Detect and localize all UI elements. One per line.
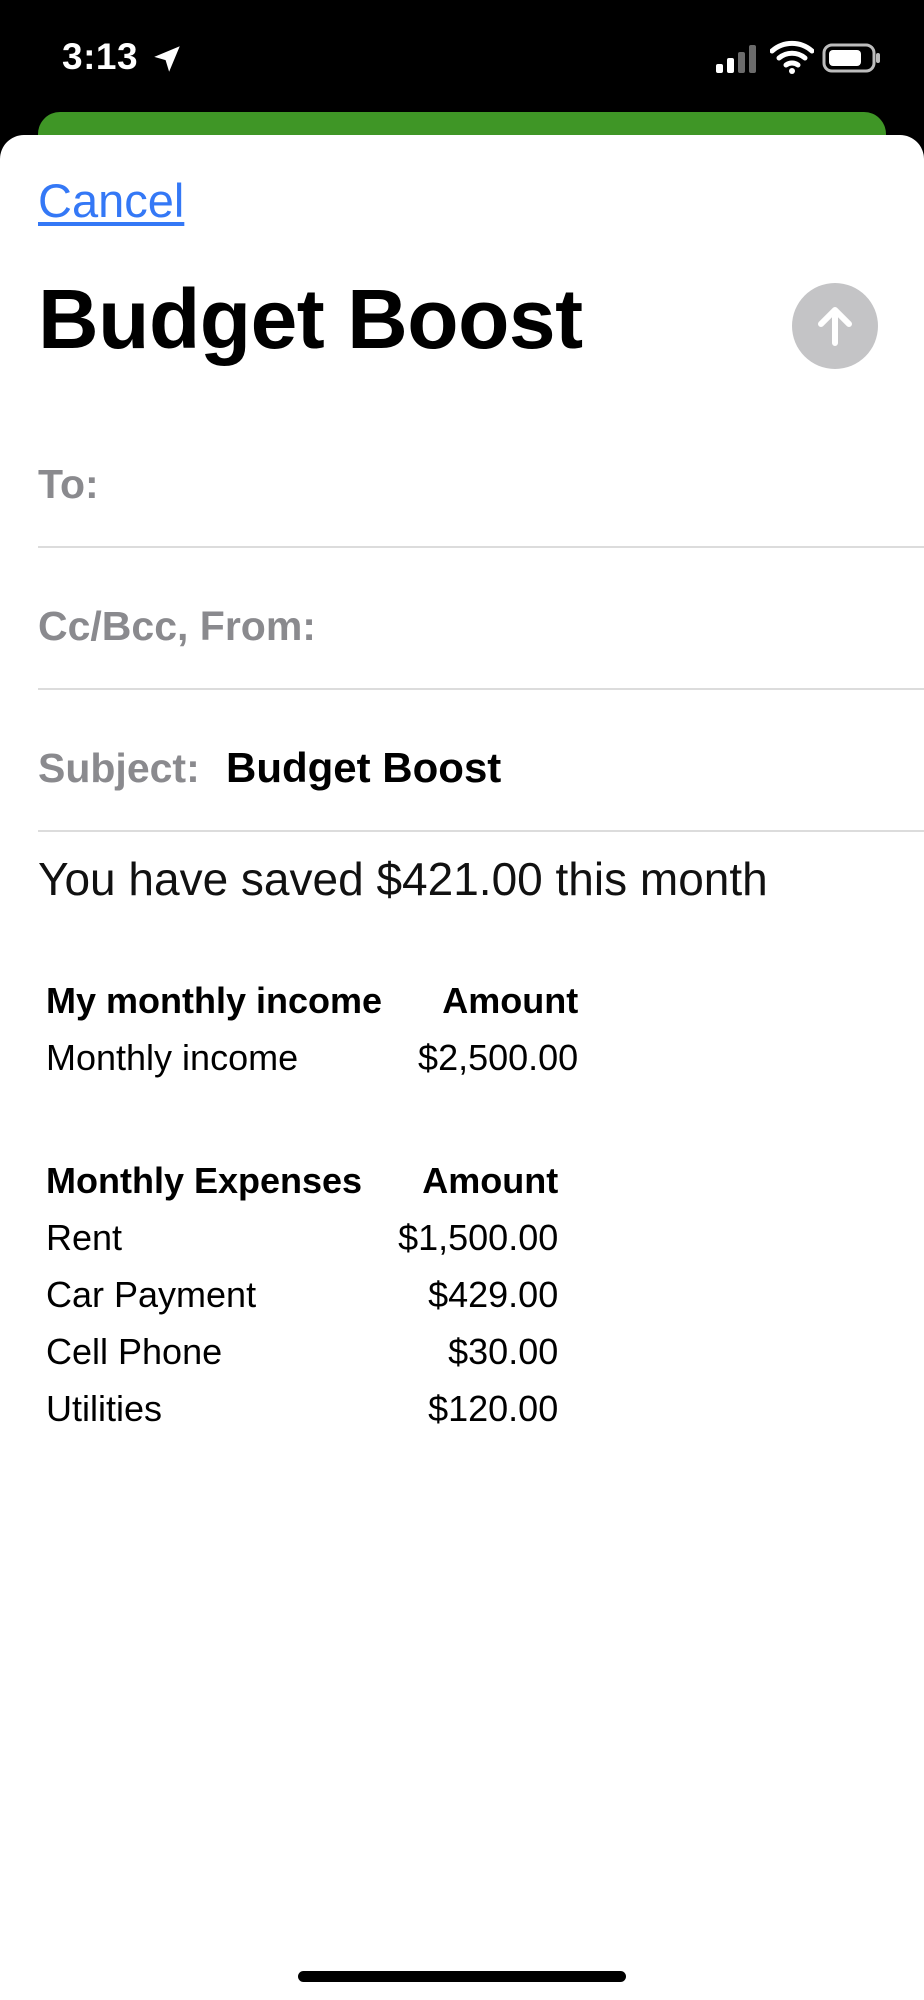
to-field[interactable]: To:	[38, 408, 924, 548]
row-label: Monthly income	[46, 1036, 299, 1078]
row-label: Rent	[46, 1216, 123, 1258]
to-label: To:	[38, 461, 99, 507]
table-row: Monthly income $2,500.00	[38, 1029, 586, 1086]
cc-bcc-from-label: Cc/Bcc, From:	[38, 603, 316, 649]
table-row: Cell Phone $30.00	[38, 1323, 566, 1380]
status-time: 3:13	[62, 36, 139, 77]
table-row: Car Payment $429.00	[38, 1266, 566, 1323]
row-amount: $1,500.00	[398, 1216, 559, 1258]
row-amount: $30.00	[448, 1330, 559, 1372]
column-header: Amount	[442, 979, 579, 1021]
subject-label: Subject:	[38, 745, 200, 791]
subject-field[interactable]: Subject: Budget Boost	[38, 690, 924, 832]
arrow-up-icon	[818, 307, 852, 346]
location-arrow-icon	[154, 46, 180, 72]
cc-bcc-from-field[interactable]: Cc/Bcc, From:	[38, 548, 924, 690]
table-row: Utilities $120.00	[38, 1380, 566, 1437]
row-label: Car Payment	[46, 1273, 257, 1315]
row-amount: $2,500.00	[418, 1036, 579, 1078]
column-header: My monthly income	[46, 979, 383, 1021]
column-header: Amount	[422, 1159, 559, 1201]
send-button[interactable]	[792, 283, 878, 369]
table-row: Rent $1,500.00	[38, 1209, 566, 1266]
compose-title: Budget Boost	[38, 272, 583, 366]
column-header: Monthly Expenses	[46, 1159, 363, 1201]
cellular-signal-icon	[716, 45, 756, 73]
row-label: Utilities	[46, 1387, 163, 1429]
battery-icon	[822, 43, 880, 73]
status-bar: 3:13	[0, 0, 924, 120]
income-table: My monthly income Amount Monthly income …	[38, 972, 586, 1086]
subject-value[interactable]: Budget Boost	[226, 744, 501, 792]
home-indicator[interactable]	[298, 1971, 626, 1982]
row-amount: $429.00	[428, 1273, 559, 1315]
row-amount: $120.00	[428, 1387, 559, 1429]
savings-summary[interactable]: You have saved $421.00 this month	[38, 852, 768, 906]
cancel-button[interactable]: Cancel	[38, 173, 184, 228]
wifi-icon	[770, 40, 814, 74]
table-header-row: Monthly Expenses Amount	[38, 1152, 566, 1209]
table-header-row: My monthly income Amount	[38, 972, 586, 1029]
row-label: Cell Phone	[46, 1330, 223, 1372]
expenses-table: Monthly Expenses Amount Rent $1,500.00 C…	[38, 1152, 566, 1437]
